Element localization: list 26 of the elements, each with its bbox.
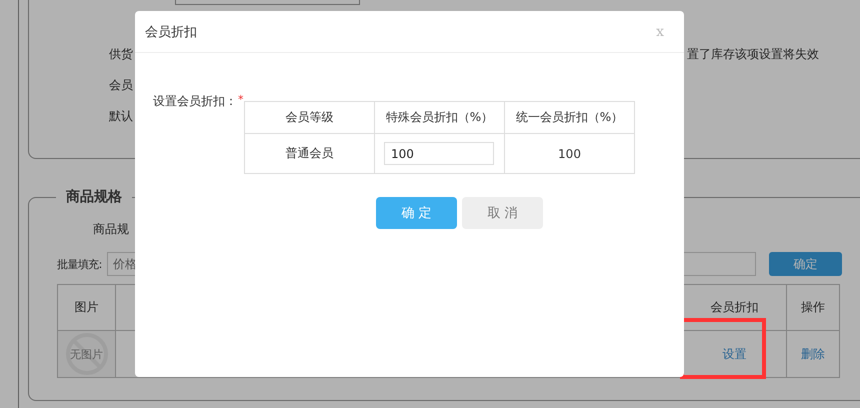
field-label: 批量填充:: [57, 256, 103, 272]
image-placeholder-text: 无图片: [70, 346, 103, 362]
stock-note: 置了库存该项设置将失效: [687, 46, 819, 63]
cancel-button[interactable]: 取 消: [462, 197, 543, 229]
close-button[interactable]: x: [654, 24, 666, 40]
set-link[interactable]: 设置: [722, 346, 746, 360]
field-label: 默认: [108, 108, 133, 125]
field-label: 供货: [108, 46, 133, 63]
section-title: 商品规格: [65, 188, 123, 206]
confirm-button[interactable]: 确 定: [376, 197, 457, 229]
delete-link[interactable]: 删除: [801, 346, 825, 360]
column-header: 操作: [786, 284, 840, 330]
required-mark: *: [238, 93, 244, 106]
table-cell: 普通会员: [286, 146, 334, 160]
column-header: 图片: [58, 284, 116, 330]
dialog-title: 会员折扣: [145, 24, 197, 40]
no-image-icon: [64, 332, 108, 376]
column-header: 统一会员折扣（%）: [516, 110, 624, 124]
column-header: 特殊会员折扣（%）: [386, 110, 494, 124]
field-label: 会员: [108, 77, 133, 94]
field-label: 设置会员折扣：: [153, 93, 237, 110]
field-label: 商品规: [93, 220, 129, 238]
column-header: 会员等级: [286, 110, 334, 124]
discount-field[interactable]: 100: [384, 142, 494, 165]
confirm-button[interactable]: 确定: [769, 252, 842, 276]
table-cell: 100: [558, 146, 581, 160]
